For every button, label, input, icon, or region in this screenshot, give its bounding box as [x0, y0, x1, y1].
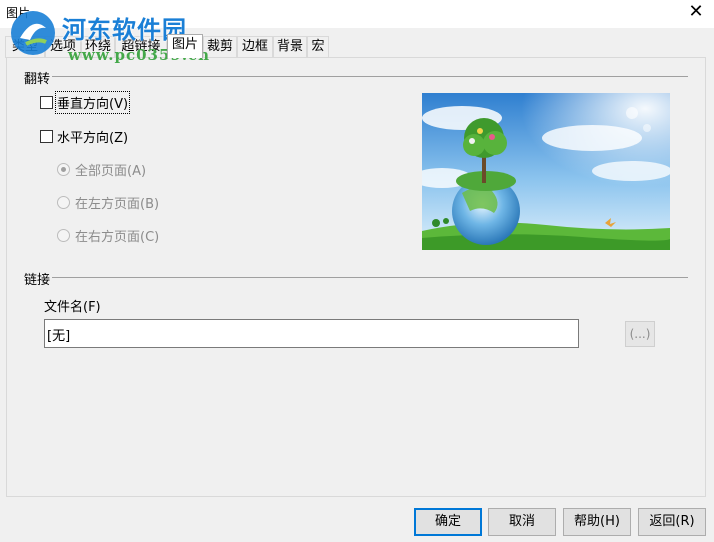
- ok-button[interactable]: 确定: [414, 508, 482, 536]
- tab-background[interactable]: 背景: [273, 36, 307, 58]
- horizontal-flip-checkbox[interactable]: 水平方向(Z): [40, 127, 128, 146]
- right-pages-label: 在右方页面(C): [75, 230, 160, 245]
- radio-dot: [57, 229, 70, 242]
- file-name-label: 文件名(F): [44, 300, 101, 315]
- image-preview: [422, 93, 670, 250]
- radio-dot: [57, 163, 70, 176]
- window-title: 图片: [6, 6, 31, 20]
- radio-dot: [57, 196, 70, 209]
- left-pages-radio[interactable]: 在左方页面(B): [57, 193, 159, 212]
- reset-button[interactable]: 返回(R): [638, 508, 706, 536]
- cancel-button[interactable]: 取消: [488, 508, 556, 536]
- link-section-title: 链接: [24, 273, 51, 288]
- tab-options[interactable]: 选项: [45, 36, 81, 58]
- tab-macro[interactable]: 宏: [307, 36, 329, 58]
- tab-hyperlink[interactable]: 超链接: [115, 36, 167, 58]
- title-bar: 图片 ✕: [0, 0, 714, 28]
- browse-button[interactable]: (...): [625, 321, 655, 347]
- tab-wrap[interactable]: 环绕: [81, 36, 115, 58]
- all-pages-label: 全部页面(A): [75, 164, 147, 179]
- tab-borders[interactable]: 边框: [237, 36, 273, 58]
- link-separator: [52, 277, 688, 278]
- flip-section-title: 翻转: [24, 72, 51, 87]
- checkbox-box: [40, 96, 53, 109]
- tab-crop[interactable]: 裁剪: [203, 36, 237, 58]
- vertical-flip-label: 垂直方向(V): [54, 91, 131, 114]
- left-pages-label: 在左方页面(B): [75, 197, 160, 212]
- all-pages-radio[interactable]: 全部页面(A): [57, 160, 146, 179]
- close-icon[interactable]: ✕: [686, 2, 706, 22]
- horizontal-flip-label: 水平方向(Z): [57, 131, 129, 146]
- picture-dialog: 图片 ✕ 类型 选项 环绕 超链接 图片 裁剪 边框 背景 宏 翻转 垂直方向(…: [0, 0, 714, 542]
- checkbox-box: [40, 130, 53, 143]
- vertical-flip-checkbox[interactable]: 垂直方向(V): [40, 91, 131, 114]
- flip-separator: [52, 76, 688, 77]
- tab-picture[interactable]: 图片: [167, 34, 203, 58]
- image-preview-graphic: [422, 93, 670, 250]
- file-name-input[interactable]: [无]: [44, 319, 579, 348]
- right-pages-radio[interactable]: 在右方页面(C): [57, 226, 159, 245]
- help-button[interactable]: 帮助(H): [563, 508, 631, 536]
- tab-type[interactable]: 类型: [5, 36, 45, 58]
